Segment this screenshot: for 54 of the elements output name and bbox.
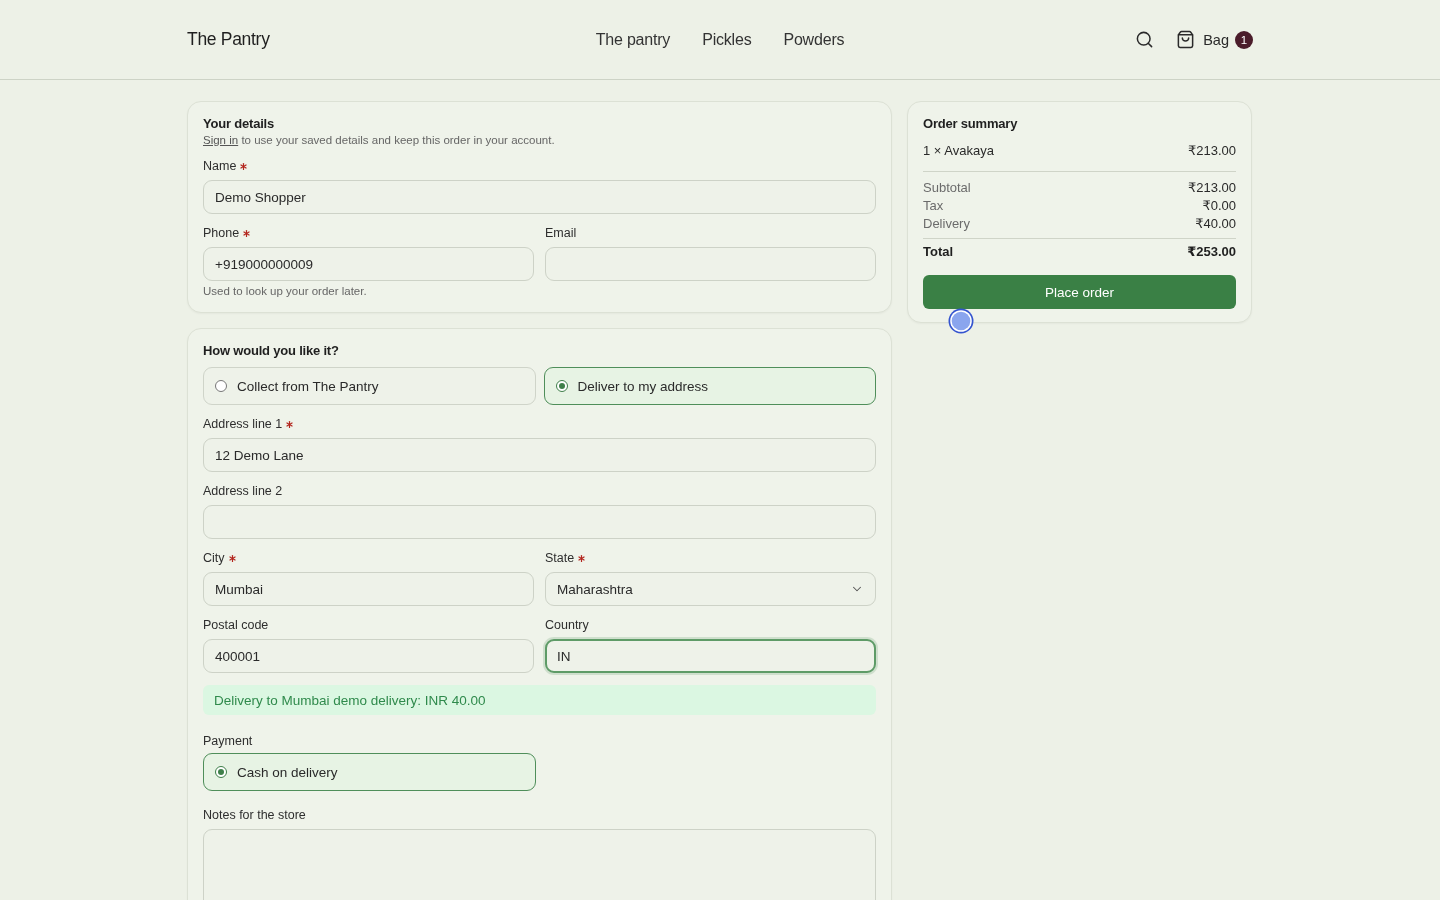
section-title: Order summary — [923, 115, 1019, 133]
field-label: Address line 1 — [203, 416, 283, 432]
input-field[interactable]: Demo Shopper — [203, 180, 876, 214]
field-label: Payment — [203, 733, 253, 749]
cursor-dot-icon — [948, 308, 974, 334]
delivery-notice: Delivery to Mumbai demo delivery: INR 40.00 — [203, 685, 876, 715]
select-field[interactable]: Maharashtra — [545, 572, 876, 606]
place-order-button[interactable]: Place order — [923, 275, 1236, 309]
input-field[interactable] — [203, 505, 876, 539]
field-label: Name — [203, 158, 237, 174]
total-amount: ₹253.00 — [1187, 243, 1236, 261]
section-title: How would you like it? — [203, 342, 340, 360]
fulfillment-option[interactable]: Collect from The Pantry — [203, 367, 536, 405]
input-field[interactable]: 400001 — [203, 639, 534, 673]
search-icon — [1135, 30, 1155, 49]
field-label: Country — [545, 617, 589, 633]
radio-icon — [555, 380, 568, 392]
sign-in-prompt: Sign in to use your saved details and keep this order in your account. — [203, 133, 556, 147]
radio-icon — [215, 380, 227, 392]
fulfillment-option[interactable]: Deliver to my address — [543, 367, 876, 405]
bag-button[interactable]: Bag 1 — [1176, 30, 1253, 49]
field-label: Notes for the store — [203, 807, 306, 823]
summary-amount: ₹40.00 — [1195, 215, 1236, 233]
nav-link[interactable]: Pickles — [702, 30, 752, 49]
section-title: Your details — [203, 115, 276, 133]
nav-link[interactable]: The pantry — [595, 30, 671, 49]
store-logo[interactable]: The Pantry — [187, 29, 270, 50]
summary-amount: ₹213.00 — [1187, 179, 1236, 197]
radio-icon — [215, 766, 227, 778]
field-label: Phone — [203, 225, 240, 241]
shopping-bag-icon — [1176, 30, 1196, 49]
field-label: Address line 2 — [203, 483, 283, 499]
field-label: State — [545, 550, 575, 566]
input-field[interactable]: 12 Demo Lane — [203, 438, 876, 472]
input-field[interactable]: IN — [545, 639, 876, 673]
input-field[interactable] — [545, 247, 876, 281]
sign-in-link[interactable]: Sign in — [203, 134, 239, 146]
nav-link[interactable]: Powders — [783, 30, 845, 49]
summary-label: Delivery — [923, 215, 970, 233]
summary-label: Subtotal — [923, 179, 971, 197]
total-label: Total — [923, 243, 954, 261]
payment-option[interactable]: Cash on delivery — [203, 753, 536, 791]
field-label: Email — [545, 225, 577, 241]
field-label: City — [203, 550, 225, 566]
summary-amount: ₹0.00 — [1202, 197, 1236, 215]
input-field[interactable]: Mumbai — [203, 572, 534, 606]
search-button[interactable] — [1135, 30, 1155, 49]
bag-count-badge: 1 — [1235, 30, 1253, 49]
input-field[interactable]: +919000000009 — [203, 247, 534, 281]
summary-item-price: ₹213.00 — [1187, 142, 1236, 160]
field-label: Postal code — [203, 617, 269, 633]
field-hint: Used to look up your order later. — [203, 284, 368, 299]
summary-label: Tax — [923, 197, 944, 215]
summary-item-name: 1 × Avakaya — [923, 142, 994, 160]
